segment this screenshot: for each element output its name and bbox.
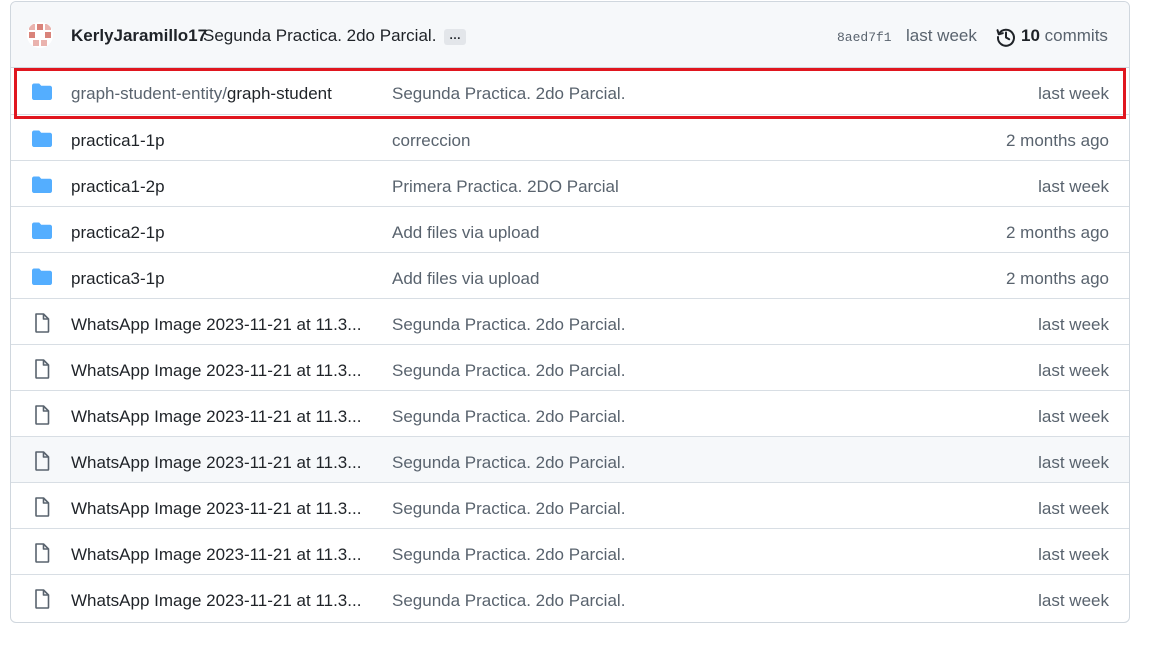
folder-icon xyxy=(31,267,53,287)
file-commit-age: 2 months ago xyxy=(1005,131,1109,150)
file-name: practica1-1p xyxy=(71,131,165,150)
file-name: WhatsApp Image 2023-11-21 at 11.3... xyxy=(71,545,362,564)
file-name: WhatsApp Image 2023-11-21 at 11.3... xyxy=(71,453,362,472)
folder-icon xyxy=(31,82,53,102)
file-name-link[interactable]: WhatsApp Image 2023-11-21 at 11.3... xyxy=(71,407,371,427)
file-icon xyxy=(31,543,53,563)
file-commit-message-link[interactable]: Segunda Practica. 2do Parcial. xyxy=(392,84,625,104)
file-icon xyxy=(31,451,53,471)
file-name-link[interactable]: graph-student-entity/graph-student xyxy=(71,84,371,104)
file-commit-message-link[interactable]: Primera Practica. 2DO Parcial xyxy=(392,177,619,197)
file-name-link[interactable]: WhatsApp Image 2023-11-21 at 11.3... xyxy=(71,361,371,381)
file-list: graph-student-entity/graph-student Segund… xyxy=(11,68,1129,620)
file-name-link[interactable]: WhatsApp Image 2023-11-21 at 11.3... xyxy=(71,545,371,565)
file-commit-message-link[interactable]: Segunda Practica. 2do Parcial. xyxy=(392,407,625,427)
folder-icon xyxy=(31,175,53,195)
folder-icon xyxy=(31,221,53,241)
file-row[interactable]: WhatsApp Image 2023-11-21 at 11.3... Segu… xyxy=(11,574,1129,620)
file-commit-age: 2 months ago xyxy=(1005,223,1109,242)
file-row[interactable]: WhatsApp Image 2023-11-21 at 11.3... Segu… xyxy=(11,528,1129,574)
file-commit-message-link[interactable]: correccion xyxy=(392,131,470,151)
file-name-link[interactable]: practica3-1p xyxy=(71,269,371,289)
file-commit-age: last week xyxy=(1038,407,1109,426)
file-name-link[interactable]: WhatsApp Image 2023-11-21 at 11.3... xyxy=(71,315,371,335)
file-commit-message-link[interactable]: Segunda Practica. 2do Parcial. xyxy=(392,361,625,381)
file-row[interactable]: practica3-1p Add files via upload 2 months… xyxy=(11,252,1129,298)
file-commit-age: last week xyxy=(1038,315,1109,334)
file-commit-message-link[interactable]: Segunda Practica. 2do Parcial. xyxy=(392,499,625,519)
file-name-link[interactable]: practica2-1p xyxy=(71,223,371,243)
folder-icon xyxy=(31,129,53,149)
file-icon xyxy=(31,589,53,609)
file-name-link[interactable]: WhatsApp Image 2023-11-21 at 11.3... xyxy=(71,591,371,611)
file-commit-age: 2 months ago xyxy=(1005,269,1109,288)
file-name: practica2-1p xyxy=(71,223,165,242)
file-name-link[interactable]: WhatsApp Image 2023-11-21 at 11.3... xyxy=(71,453,371,473)
commits-label: commits xyxy=(1044,26,1108,45)
file-name: WhatsApp Image 2023-11-21 at 11.3... xyxy=(71,361,362,380)
file-commit-message-link[interactable]: Add files via upload xyxy=(392,223,539,243)
file-commit-age: last week xyxy=(1038,499,1109,518)
commit-sha-link[interactable]: 8aed7f1 xyxy=(837,30,892,45)
file-row[interactable]: WhatsApp Image 2023-11-21 at 11.3... Segu… xyxy=(11,390,1129,436)
file-commit-message-link[interactable]: Segunda Practica. 2do Parcial. xyxy=(392,315,625,335)
file-name-prefix: graph-student-entity/ xyxy=(71,84,227,103)
file-name: graph-student xyxy=(226,84,332,103)
commit-count: 10 xyxy=(1021,26,1040,45)
file-name-link[interactable]: practica1-1p xyxy=(71,131,371,151)
history-icon[interactable] xyxy=(995,26,1017,48)
file-icon xyxy=(31,497,53,517)
file-row[interactable]: WhatsApp Image 2023-11-21 at 11.3... Segu… xyxy=(11,482,1129,528)
file-name: WhatsApp Image 2023-11-21 at 11.3... xyxy=(71,315,362,334)
file-commit-age: last week xyxy=(1038,453,1109,472)
file-name-link[interactable]: WhatsApp Image 2023-11-21 at 11.3... xyxy=(71,499,371,519)
commit-message-link[interactable]: Segunda Practica. 2do Parcial. xyxy=(203,26,436,46)
file-name: practica3-1p xyxy=(71,269,165,288)
file-commit-age: last week xyxy=(1038,361,1109,380)
file-name: WhatsApp Image 2023-11-21 at 11.3... xyxy=(71,591,362,610)
file-row[interactable]: WhatsApp Image 2023-11-21 at 11.3... Segu… xyxy=(11,436,1129,482)
commits-link[interactable]: 10 commits xyxy=(1021,26,1108,46)
file-commit-message-link[interactable]: Add files via upload xyxy=(392,269,539,289)
file-row[interactable]: practica1-1p correccion 2 months ago xyxy=(11,114,1129,160)
latest-commit-bar: KerlyJaramillo17 Segunda Practica. 2do P… xyxy=(11,2,1129,68)
file-commit-message-link[interactable]: Segunda Practica. 2do Parcial. xyxy=(392,453,625,473)
file-commit-age: last week xyxy=(1038,84,1109,103)
commit-time: last week xyxy=(906,26,977,45)
file-name: practica1-2p xyxy=(71,177,165,196)
file-icon xyxy=(31,359,53,379)
file-row[interactable]: practica1-2p Primera Practica. 2DO Parcia… xyxy=(11,160,1129,206)
file-name: WhatsApp Image 2023-11-21 at 11.3... xyxy=(71,407,362,426)
commit-author-link[interactable]: KerlyJaramillo17 xyxy=(71,26,207,46)
file-browser: KerlyJaramillo17 Segunda Practica. 2do P… xyxy=(10,1,1130,623)
file-icon xyxy=(31,405,53,425)
file-row[interactable]: WhatsApp Image 2023-11-21 at 11.3... Segu… xyxy=(11,344,1129,390)
file-commit-message-link[interactable]: Segunda Practica. 2do Parcial. xyxy=(392,545,625,565)
file-row[interactable]: practica2-1p Add files via upload 2 months… xyxy=(11,206,1129,252)
file-commit-age: last week xyxy=(1038,591,1109,610)
file-icon xyxy=(31,313,53,333)
file-row[interactable]: WhatsApp Image 2023-11-21 at 11.3... Segu… xyxy=(11,298,1129,344)
file-name-link[interactable]: practica1-2p xyxy=(71,177,371,197)
avatar[interactable] xyxy=(27,22,53,48)
expand-commit-button[interactable]: … xyxy=(444,29,466,45)
file-commit-age: last week xyxy=(1038,545,1109,564)
file-row[interactable]: graph-student-entity/graph-student Segund… xyxy=(11,68,1129,114)
file-commit-age: last week xyxy=(1038,177,1109,196)
file-name: WhatsApp Image 2023-11-21 at 11.3... xyxy=(71,499,362,518)
file-commit-message-link[interactable]: Segunda Practica. 2do Parcial. xyxy=(392,591,625,611)
